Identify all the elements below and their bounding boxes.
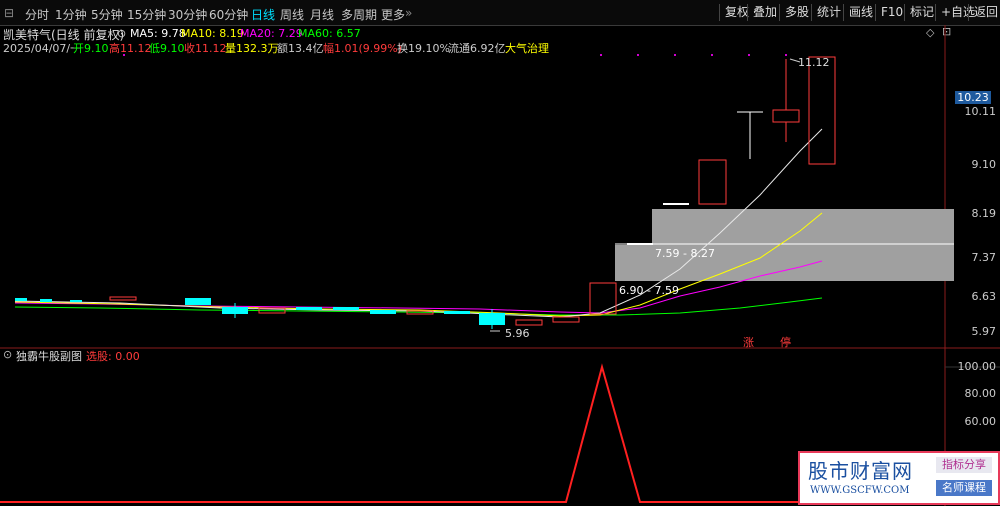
tab-monthly[interactable]: 月线 bbox=[310, 6, 334, 23]
indicator-name: 独霸牛股副图 bbox=[16, 350, 82, 363]
candle bbox=[296, 307, 322, 310]
candle bbox=[772, 109, 800, 123]
signal-dot bbox=[600, 54, 602, 56]
low-price-label: 5.96 bbox=[505, 327, 530, 340]
candle bbox=[185, 298, 211, 305]
limit-up-mark-zhang: 涨 bbox=[743, 336, 754, 349]
zone-upper-label: 7.59 - 8.27 bbox=[655, 247, 715, 260]
signal-dot bbox=[123, 54, 125, 56]
price-tick: 9.10 bbox=[971, 158, 997, 171]
zone-lower-label: 6.90 - 7.59 bbox=[619, 284, 679, 297]
price-tick: 7.37 bbox=[971, 251, 997, 264]
signal-dot bbox=[748, 54, 750, 56]
mark-button[interactable]: 标记 bbox=[904, 4, 939, 21]
signal-dot bbox=[785, 54, 787, 56]
signal-dot bbox=[711, 54, 713, 56]
candle bbox=[663, 203, 689, 205]
candle bbox=[589, 282, 617, 315]
candle bbox=[70, 300, 82, 302]
draw-line-button[interactable]: 画线 bbox=[843, 4, 878, 21]
candle bbox=[15, 298, 27, 301]
multi-stock-button[interactable]: 多股 bbox=[779, 4, 814, 21]
tab-60min[interactable]: 60分钟 bbox=[209, 6, 248, 23]
tab-weekly[interactable]: 周线 bbox=[280, 6, 304, 23]
price-tick: 10.11 bbox=[964, 105, 997, 118]
tab-daily[interactable]: 日线 bbox=[251, 6, 275, 23]
tab-1min[interactable]: 1分钟 bbox=[55, 6, 87, 23]
tab-multi-period[interactable]: 多周期 bbox=[341, 6, 377, 23]
indicator-dropdown-icon[interactable]: ⊙ bbox=[3, 348, 12, 361]
watermark-title: 股市财富网 bbox=[808, 459, 913, 483]
candles bbox=[15, 56, 836, 329]
limit-up-mark-ting: 停 bbox=[780, 336, 791, 349]
watermark-tag2: 名师课程 bbox=[936, 480, 992, 496]
tab-30min[interactable]: 30分钟 bbox=[168, 6, 207, 23]
signal-dot bbox=[637, 54, 639, 56]
back-button[interactable]: 返回 bbox=[968, 4, 1000, 21]
price-tick: 8.19 bbox=[971, 207, 997, 220]
high-price-label: 11.12 bbox=[798, 56, 830, 69]
tab-15min[interactable]: 15分钟 bbox=[127, 6, 166, 23]
candle bbox=[370, 310, 396, 314]
candle bbox=[515, 319, 543, 326]
candle bbox=[698, 159, 727, 205]
candle bbox=[627, 243, 653, 245]
candle-last bbox=[808, 56, 836, 165]
overlay-button[interactable]: 叠加 bbox=[747, 4, 782, 21]
tab-more[interactable]: 更多 bbox=[381, 6, 405, 23]
kline-chart[interactable] bbox=[0, 25, 1000, 506]
watermark-tag1: 指标分享 bbox=[936, 457, 992, 473]
indicator-tick: 80.00 bbox=[964, 387, 997, 400]
tab-5min[interactable]: 5分钟 bbox=[91, 6, 123, 23]
statistics-button[interactable]: 统计 bbox=[811, 4, 846, 21]
indicator-signal: 选股: 0.00 bbox=[86, 350, 140, 363]
current-price-badge: 10.23 bbox=[955, 91, 991, 104]
indicator-tick: 60.00 bbox=[964, 415, 997, 428]
price-tick: 5.97 bbox=[971, 325, 997, 338]
watermark-url: WWW.GSCFW.COM bbox=[810, 485, 910, 496]
indicator-tick: 100.00 bbox=[957, 360, 997, 373]
candle bbox=[552, 316, 580, 323]
ma60-line bbox=[14, 297, 823, 316]
signal-dot bbox=[674, 54, 676, 56]
price-zone-upper bbox=[652, 209, 954, 245]
more-arrow-icon[interactable]: » bbox=[405, 6, 412, 20]
candle bbox=[444, 311, 470, 314]
period-toolbar: ⊟ 分时 1分钟 5分钟 15分钟 30分钟 60分钟 日线 周线 月线 多周期… bbox=[0, 0, 1000, 26]
tab-intraday[interactable]: 分时 bbox=[25, 6, 49, 23]
candle bbox=[109, 296, 137, 301]
signal-dots bbox=[123, 54, 787, 56]
candle bbox=[333, 307, 359, 310]
candle bbox=[40, 299, 52, 302]
site-watermark: 股市财富网 WWW.GSCFW.COM 指标分享 名师课程 bbox=[798, 451, 1000, 505]
sidebar-toggle-icon[interactable]: ⊟ bbox=[4, 6, 14, 20]
price-tick: 6.63 bbox=[971, 290, 997, 303]
